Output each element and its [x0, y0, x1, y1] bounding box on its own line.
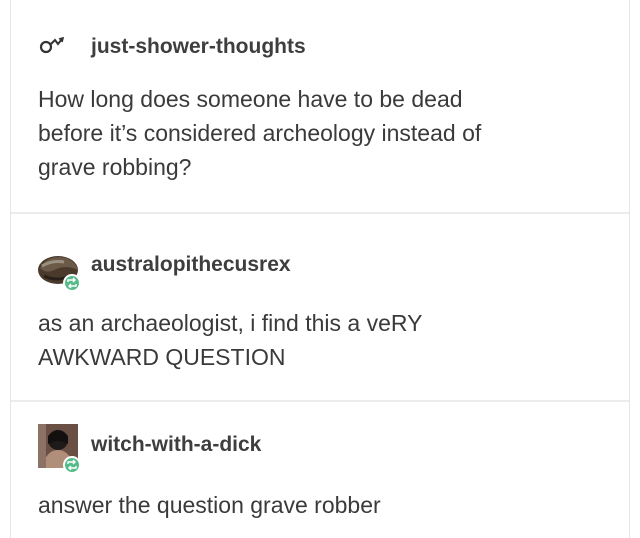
post-reblog: witch-with-a-dick answer the question gr…	[11, 402, 629, 538]
post-body-line: How long does someone have to be dead	[38, 86, 463, 112]
post-username[interactable]: just-shower-thoughts	[91, 35, 306, 59]
reblog-trail-icon	[39, 36, 67, 54]
post-body-line: as an archaeologist, i find this a veRY	[38, 310, 423, 336]
reblog-badge-icon	[63, 274, 81, 292]
post-body-line: AWKWARD QUESTION	[38, 344, 286, 370]
post-original: just-shower-thoughts How long does someo…	[11, 0, 629, 212]
post-body: as an archaeologist, i find this a veRY …	[38, 306, 422, 374]
post-body-line: before it’s considered archeology instea…	[38, 120, 482, 146]
reblog-badge-icon	[63, 456, 81, 474]
post-body-line: answer the question grave robber	[38, 492, 381, 518]
post-reblog: australopithecusrex as an archaeologist,…	[11, 214, 629, 400]
post-username[interactable]: witch-with-a-dick	[91, 433, 261, 457]
post-body: answer the question grave robber	[38, 488, 381, 522]
post-body: How long does someone have to be dead be…	[38, 82, 481, 184]
reblog-thread: just-shower-thoughts How long does someo…	[10, 0, 630, 538]
post-username[interactable]: australopithecusrex	[91, 253, 291, 277]
post-body-line: grave robbing?	[38, 154, 192, 180]
